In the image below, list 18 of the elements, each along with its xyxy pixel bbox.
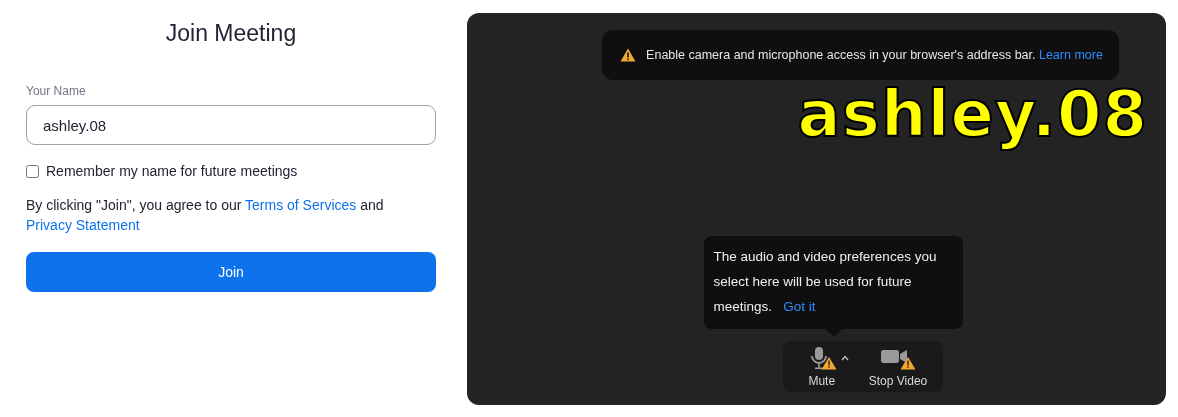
checkbox-label: Remember my name for future meetings (46, 163, 298, 179)
remember-checkbox[interactable] (26, 164, 39, 178)
field-label: Your Name (26, 84, 87, 98)
got-it-link[interactable]: Got it (783, 299, 816, 314)
page-title: Join Meeting (164, 20, 298, 47)
agreement-text: By clicking "Join", you agree to our Terms of Services and Privacy Statement (26, 196, 385, 235)
name-input[interactable]: ashley.08 (26, 105, 436, 145)
banner-text: Enable camera and microphone access in your browser's address bar. Learn more (646, 48, 1103, 62)
policy-link[interactable]: Privacy Statement (26, 217, 140, 233)
caret-icon[interactable] (840, 355, 849, 361)
tooltip-text: The audio and video preferences you select here will be used for future meetings. Got it (713, 249, 937, 314)
policy-link[interactable]: Terms of Services (245, 197, 357, 213)
name-overlay: ashley.08 (797, 77, 1148, 151)
join-button[interactable]: Join (26, 252, 436, 292)
media-control-button[interactable]: Stop Video (868, 346, 928, 388)
learn-more-link[interactable]: Learn more (1038, 48, 1103, 62)
media-control-button[interactable]: Mute (806, 346, 837, 388)
warning-icon (620, 48, 637, 62)
